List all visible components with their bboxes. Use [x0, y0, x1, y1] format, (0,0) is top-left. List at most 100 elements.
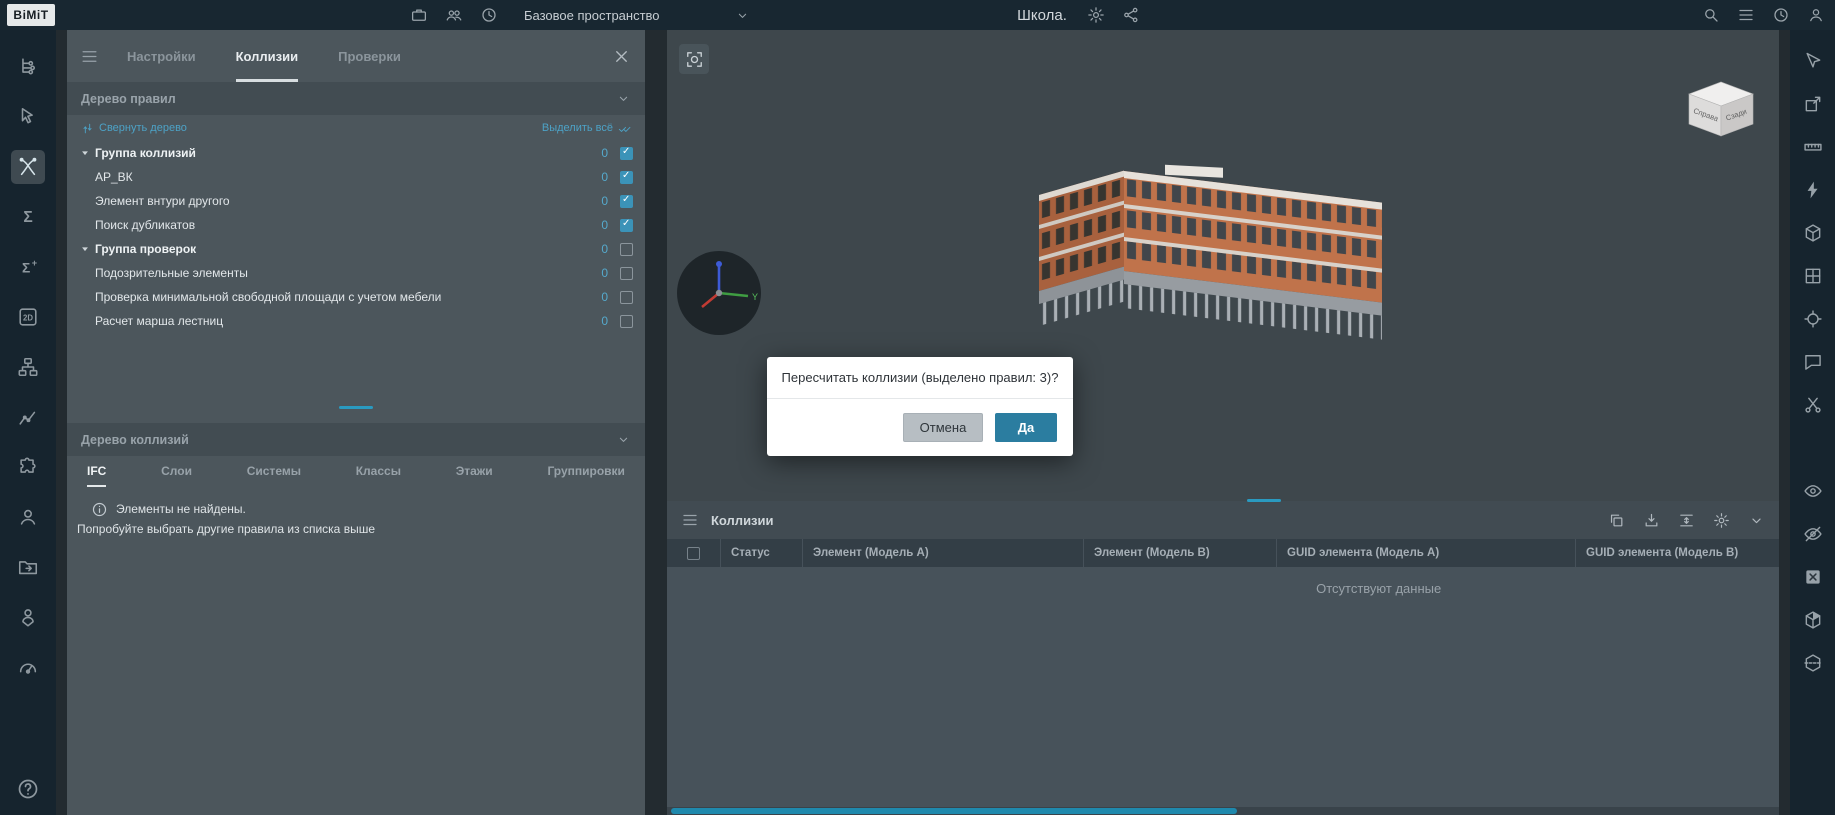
- panel-menu-icon[interactable]: [80, 47, 99, 66]
- panel-resize-handle[interactable]: [339, 406, 373, 409]
- column-header[interactable]: Элемент (Модель В): [1083, 539, 1276, 567]
- tool-button[interactable]: [11, 500, 45, 534]
- tool-button[interactable]: [11, 350, 45, 384]
- view-tool-button[interactable]: [1798, 390, 1828, 420]
- cancel-button[interactable]: Отмена: [903, 413, 983, 442]
- rule-checkbox[interactable]: [620, 243, 633, 256]
- chevron-down-icon[interactable]: [616, 91, 631, 106]
- rule-checkbox[interactable]: [620, 291, 633, 304]
- briefcase-icon[interactable]: [410, 6, 428, 24]
- tool-button[interactable]: Σ: [11, 200, 45, 234]
- gear-icon[interactable]: [1713, 512, 1730, 529]
- tool-button[interactable]: [11, 450, 45, 484]
- rule-checkbox[interactable]: [620, 171, 633, 184]
- collision-tree-tab[interactable]: IFC: [87, 456, 106, 487]
- collision-tree-tab[interactable]: Группировки: [547, 456, 624, 487]
- table-menu-icon[interactable]: [681, 511, 699, 529]
- panel-tab[interactable]: Проверки: [338, 30, 401, 82]
- tool-button[interactable]: Σ+: [11, 250, 45, 284]
- rule-row[interactable]: Расчет марша лестниц 0: [67, 309, 645, 333]
- visibility-tool-button[interactable]: [1798, 648, 1828, 678]
- tool-button[interactable]: [11, 50, 45, 84]
- visibility-tool-button[interactable]: [1798, 476, 1828, 506]
- workspace-selector[interactable]: Базовое пространство: [524, 0, 750, 30]
- search-icon[interactable]: [1702, 6, 1720, 24]
- chevron-down-icon[interactable]: [1748, 512, 1765, 529]
- user-icon[interactable]: [1807, 6, 1825, 24]
- column-header[interactable]: Статус: [720, 539, 802, 567]
- axis-gizmo[interactable]: Y: [675, 249, 763, 337]
- navigation-cube[interactable]: Справа Сзади: [1681, 78, 1761, 140]
- rule-checkbox[interactable]: [620, 219, 633, 232]
- no-icon[interactable]: [77, 292, 93, 302]
- view-tool-button[interactable]: [1798, 89, 1828, 119]
- visibility-tool-button[interactable]: [1798, 519, 1828, 549]
- no-icon[interactable]: [77, 268, 93, 278]
- panel-tab[interactable]: Коллизии: [236, 30, 299, 82]
- no-icon[interactable]: [77, 172, 93, 182]
- team-icon[interactable]: [445, 6, 463, 24]
- app-logo[interactable]: BiMiT: [7, 4, 55, 26]
- column-header[interactable]: GUID элемента (Модель В): [1575, 539, 1779, 567]
- rule-row[interactable]: Группа коллизий 0: [67, 141, 645, 165]
- no-icon[interactable]: [77, 316, 93, 326]
- panel-tab[interactable]: Настройки: [127, 30, 196, 82]
- collision-tree-tab[interactable]: Системы: [247, 456, 301, 487]
- no-icon[interactable]: [77, 196, 93, 206]
- rule-checkbox[interactable]: [620, 315, 633, 328]
- close-icon[interactable]: [612, 47, 631, 66]
- chevron-down-icon[interactable]: [616, 432, 631, 447]
- rule-checkbox[interactable]: [620, 267, 633, 280]
- collision-tree-tab[interactable]: Этажи: [456, 456, 493, 487]
- view-tool-button[interactable]: [1798, 218, 1828, 248]
- caret-down-icon[interactable]: [77, 244, 93, 254]
- scrollbar-thumb[interactable]: [671, 808, 1237, 814]
- rule-checkbox[interactable]: [620, 195, 633, 208]
- tool-button[interactable]: [11, 600, 45, 634]
- view-tool-button[interactable]: [1798, 261, 1828, 291]
- view-tool-button[interactable]: [1798, 304, 1828, 334]
- share-icon[interactable]: [1122, 6, 1140, 24]
- tool-button[interactable]: [11, 400, 45, 434]
- column-header[interactable]: Элемент (Модель А): [802, 539, 1083, 567]
- collision-tree-tab[interactable]: Слои: [161, 456, 192, 487]
- select-all-checkbox[interactable]: [687, 547, 700, 560]
- rules-tree-header[interactable]: Дерево правил: [67, 82, 645, 115]
- copy-icon[interactable]: [1608, 512, 1625, 529]
- building-model[interactable]: [1017, 145, 1407, 375]
- export-icon[interactable]: [1643, 512, 1660, 529]
- history-icon[interactable]: [1772, 6, 1790, 24]
- tool-button[interactable]: [11, 100, 45, 134]
- help-icon[interactable]: [16, 777, 40, 801]
- visibility-tool-button[interactable]: [1798, 562, 1828, 592]
- collision-tree-tab[interactable]: Классы: [356, 456, 401, 487]
- select-all-link[interactable]: Выделить всё: [542, 122, 631, 135]
- tool-button[interactable]: 2D: [11, 300, 45, 334]
- chevron-down-icon[interactable]: [735, 8, 750, 23]
- history-icon[interactable]: [480, 6, 498, 24]
- fit-view-button[interactable]: [679, 44, 709, 74]
- column-header[interactable]: GUID элемента (Модель А): [1276, 539, 1575, 567]
- confirm-button[interactable]: Да: [995, 413, 1057, 442]
- tool-button[interactable]: [11, 150, 45, 184]
- table-resize-handle[interactable]: [1247, 499, 1281, 502]
- menu-icon[interactable]: [1737, 6, 1755, 24]
- collision-tree-header[interactable]: Дерево коллизий: [67, 423, 645, 456]
- rule-row[interactable]: Элемент внтури другого 0: [67, 189, 645, 213]
- view-tool-button[interactable]: [1798, 132, 1828, 162]
- gear-icon[interactable]: [1087, 6, 1105, 24]
- rule-row[interactable]: АР_ВК 0: [67, 165, 645, 189]
- tool-button[interactable]: [11, 550, 45, 584]
- caret-down-icon[interactable]: [77, 148, 93, 158]
- visibility-tool-button[interactable]: [1798, 605, 1828, 635]
- rule-row[interactable]: Поиск дубликатов 0: [67, 213, 645, 237]
- view-tool-button[interactable]: [1798, 347, 1828, 377]
- tool-button[interactable]: [11, 650, 45, 684]
- rule-row[interactable]: Проверка минимальной свободной площади с…: [67, 285, 645, 309]
- rule-row[interactable]: Группа проверок 0: [67, 237, 645, 261]
- collapse-tree-link[interactable]: Свернуть дерево: [81, 122, 187, 135]
- rule-checkbox[interactable]: [620, 147, 633, 160]
- view-tool-button[interactable]: [1798, 46, 1828, 76]
- rule-row[interactable]: Подозрительные элементы 0: [67, 261, 645, 285]
- view-tool-button[interactable]: [1798, 175, 1828, 205]
